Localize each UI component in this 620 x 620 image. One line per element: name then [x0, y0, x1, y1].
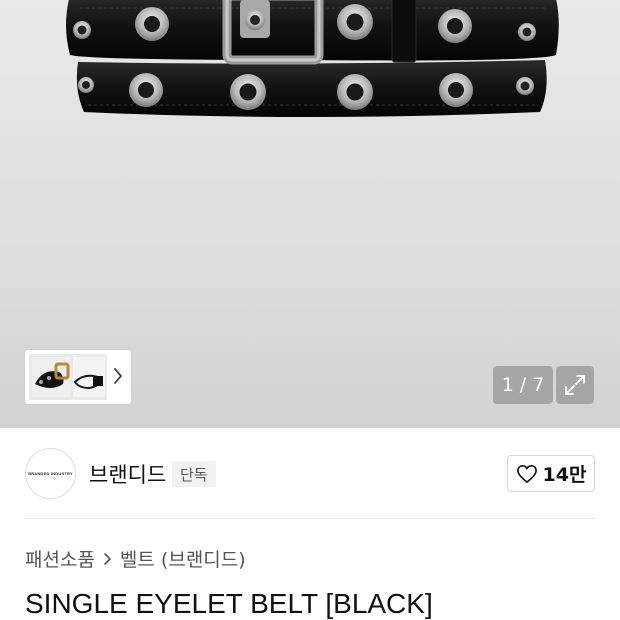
breadcrumb: 패션소품 벨트 (브랜디드)	[25, 545, 246, 572]
like-count: 14만	[542, 464, 587, 486]
expand-icon	[565, 375, 585, 395]
like-button[interactable]: 14만	[507, 455, 595, 492]
breadcrumb-category-link[interactable]: 패션소품	[25, 545, 95, 572]
product-image-gallery[interactable]: 1 / 7	[0, 0, 620, 428]
divider	[25, 518, 595, 519]
brand-name-link[interactable]: 브랜디드	[89, 459, 166, 489]
pager-separator: /	[519, 374, 527, 396]
thumbnail-image	[29, 354, 107, 400]
exclusive-badge: 단독	[172, 461, 216, 487]
chevron-right-icon	[104, 552, 111, 565]
product-title: SINGLE EYELET BELT [BLACK]	[25, 588, 433, 619]
image-pager: 1 / 7	[493, 366, 553, 404]
brand-logo-text: BRANDED INDUSTRY	[28, 471, 73, 476]
brand-logo[interactable]: BRANDED INDUSTRY	[25, 448, 76, 499]
pager-total: 7	[532, 374, 545, 396]
expand-image-button[interactable]	[556, 366, 594, 404]
chevron-right-icon	[114, 368, 122, 384]
thumbnail-strip-button[interactable]	[25, 350, 131, 404]
breadcrumb-subcategory-link[interactable]: 벨트 (브랜디드)	[120, 545, 246, 572]
pager-current: 1	[501, 374, 514, 396]
brand-row: BRANDED INDUSTRY 브랜디드 단독 14만	[0, 430, 620, 518]
heart-icon	[516, 464, 537, 483]
